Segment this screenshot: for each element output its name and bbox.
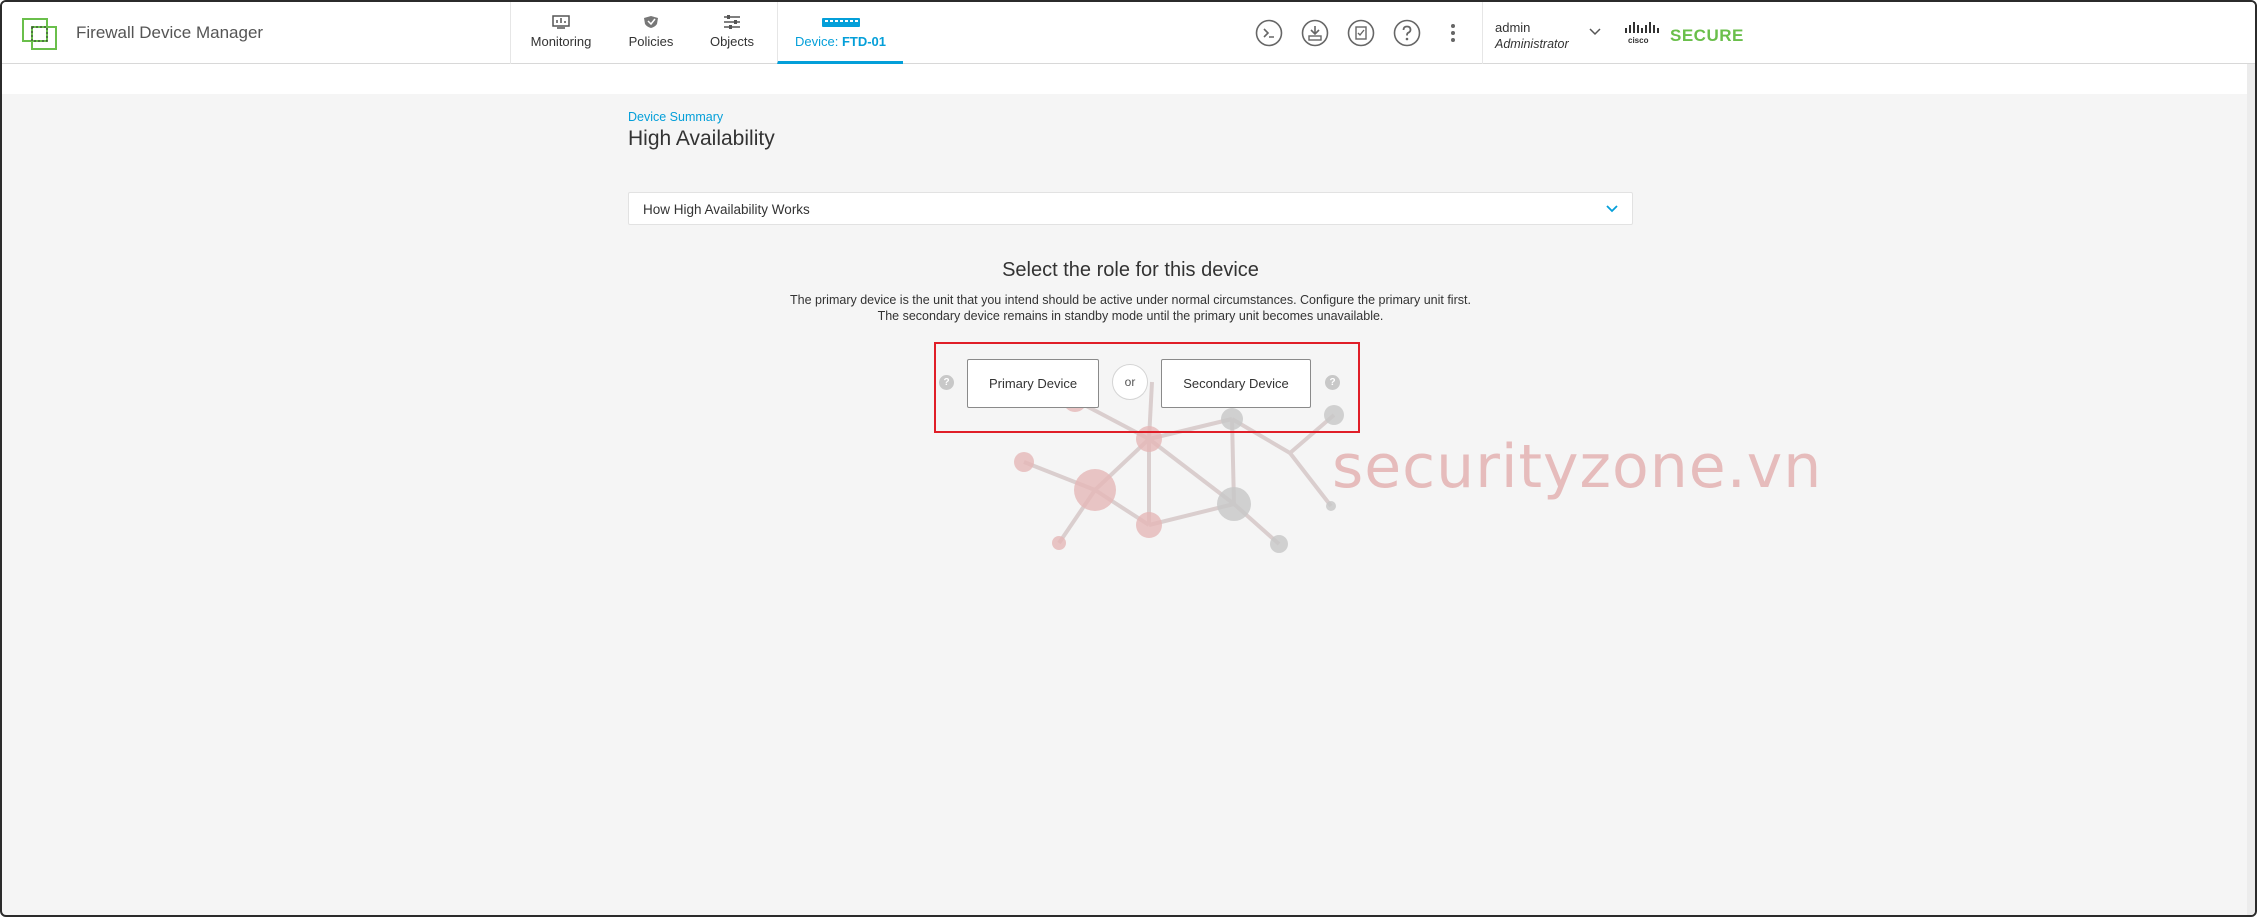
secondary-help-icon[interactable]: ?	[1325, 375, 1340, 390]
chevron-down-icon	[1606, 205, 1618, 213]
tasks-icon[interactable]	[1347, 19, 1375, 47]
nav-device-label: Device: FTD-01	[795, 34, 886, 49]
watermark-text: securityzone.vn	[1332, 432, 1823, 502]
how-ha-works-accordion[interactable]: How High Availability Works	[628, 192, 1633, 225]
svg-text:cisco: cisco	[1628, 36, 1649, 44]
shield-icon	[644, 16, 658, 28]
nav-objects-label: Objects	[709, 34, 755, 49]
role-heading: Select the role for this device	[1002, 259, 1259, 281]
nav-monitoring-label: Monitoring	[530, 34, 592, 49]
user-role: Administrator	[1495, 37, 1569, 51]
app-title: Firewall Device Manager	[76, 23, 264, 42]
nav-device-prefix: Device:	[794, 34, 842, 49]
top-navigation-bar: Firewall Device Manager Monitoring Polic…	[2, 2, 2255, 64]
more-options-icon[interactable]	[1439, 19, 1467, 47]
monitor-icon	[552, 15, 570, 29]
cli-console-icon[interactable]	[1255, 19, 1283, 47]
user-name: admin	[1495, 20, 1531, 35]
nav-policies[interactable]: Policies	[611, 2, 691, 64]
cisco-secure-wordmark: SECURE	[1670, 26, 1744, 45]
sliders-icon	[724, 15, 740, 29]
app-window: Firewall Device Manager Monitoring Polic…	[0, 0, 2257, 917]
nav-objects[interactable]: Objects	[691, 2, 773, 64]
nav-policies-label: Policies	[628, 34, 674, 49]
page-title: High Availability	[628, 127, 775, 150]
deploy-icon[interactable]	[1301, 19, 1329, 47]
device-switch-icon	[821, 18, 860, 27]
nav-device[interactable]: Device: FTD-01	[777, 2, 903, 64]
cisco-logo: cisco	[1625, 22, 1659, 44]
scrollbar[interactable]	[2247, 64, 2255, 915]
nav-device-name: FTD-01	[841, 34, 887, 49]
nav-monitoring[interactable]: Monitoring	[511, 2, 611, 64]
breadcrumb-device-summary[interactable]: Device Summary	[628, 110, 723, 124]
secondary-device-button[interactable]: Secondary Device	[1161, 359, 1311, 408]
chevron-down-icon	[1589, 28, 1601, 36]
or-separator: or	[1112, 364, 1148, 400]
app-logo-icon[interactable]	[22, 18, 58, 50]
accordion-label: How High Availability Works	[643, 202, 810, 217]
content-header-strip	[2, 64, 2255, 94]
role-description-line-1: The primary device is the unit that you …	[790, 293, 1471, 307]
user-menu[interactable]: admin Administrator	[1482, 2, 1601, 64]
role-description-line-2: The secondary device remains in standby …	[877, 309, 1384, 323]
main-nav: Monitoring Policies Objects Device: FTD-…	[510, 2, 903, 64]
primary-help-icon[interactable]: ?	[939, 375, 954, 390]
help-icon[interactable]	[1393, 19, 1421, 47]
primary-device-button[interactable]: Primary Device	[967, 359, 1099, 408]
